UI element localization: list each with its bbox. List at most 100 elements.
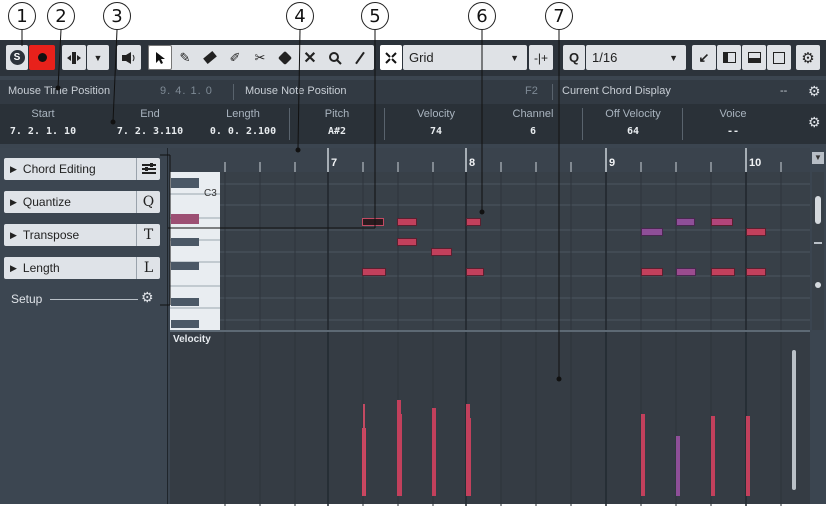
status-header: End [140, 108, 160, 120]
ruler-bar-label: 9 [609, 157, 616, 169]
key-editor-window: S ▼ ✎ ✐ ✂ ✕ Grid ▼ -|+ Q 1/16 ▼ ↙ ⚙ Mous… [0, 40, 826, 506]
trim-tool[interactable] [348, 45, 372, 70]
grid-type-select[interactable]: Grid ▼ [403, 45, 527, 70]
status-value[interactable]: 0. 0. 2.100 [203, 126, 283, 137]
midi-note[interactable] [711, 218, 733, 226]
speaker-icon [122, 51, 135, 64]
setup-label: Setup [11, 292, 43, 306]
note-display[interactable] [220, 172, 810, 330]
quantize-button[interactable]: Q [563, 45, 585, 70]
lower-zone-button[interactable] [742, 45, 766, 70]
open-window-button[interactable] [767, 45, 791, 70]
object-selection-tool[interactable] [148, 45, 172, 70]
velocity-bar[interactable] [467, 418, 471, 496]
zoom-out-icon[interactable] [814, 242, 822, 244]
ruler-menu-button[interactable]: ▼ [812, 152, 824, 164]
split-tool[interactable]: ✂ [248, 45, 272, 70]
left-zone-button[interactable] [717, 45, 741, 70]
gear-icon[interactable]: ⚙ [808, 83, 821, 100]
status-header: Off Velocity [605, 108, 661, 120]
midi-note[interactable] [397, 238, 417, 246]
inspector-section-quantize[interactable]: ▶ Quantize Q [4, 191, 160, 213]
midi-note[interactable] [676, 268, 696, 276]
velocity-bar[interactable] [746, 416, 750, 496]
draw-tool[interactable]: ✎ [173, 45, 197, 70]
solo-button[interactable]: S [6, 45, 28, 70]
key-label-c3: C3 [204, 188, 217, 199]
status-col-length[interactable]: Length 0. 0. 2.100 [203, 108, 283, 137]
mute-tool[interactable]: ✕ [298, 45, 322, 70]
quantize-preset-select[interactable]: 1/16 ▼ [586, 45, 686, 70]
piano-keyboard[interactable]: C3 [170, 148, 220, 330]
midi-note[interactable] [746, 268, 766, 276]
status-header: Voice [719, 108, 747, 120]
midi-note[interactable] [641, 268, 663, 276]
midi-note[interactable] [641, 228, 663, 236]
auto-scroll-button[interactable] [62, 45, 86, 70]
mouse-time-label: Mouse Time Position [8, 85, 111, 97]
status-value[interactable]: A#2 [302, 126, 372, 137]
status-col-start[interactable]: Start 7. 2. 1. 10 [8, 108, 78, 137]
erase-tool[interactable] [198, 45, 222, 70]
grid-type-value: Grid [409, 50, 434, 65]
auto-scroll-menu[interactable]: ▼ [87, 45, 109, 70]
status-col-voice[interactable]: Voice -- [698, 108, 768, 137]
divider [682, 108, 683, 140]
midi-note[interactable] [746, 228, 766, 236]
tool-buttons-group: ✎ ✐ ✂ ✕ [148, 45, 374, 70]
gear-icon[interactable]: ⚙ [808, 114, 821, 131]
scroll-thumb[interactable] [815, 196, 821, 224]
divider [582, 108, 583, 140]
zoom-tool[interactable] [323, 45, 347, 70]
record-button[interactable] [29, 45, 55, 70]
snap-button[interactable] [380, 45, 402, 70]
inspector-section-transpose[interactable]: ▶ Transpose T [4, 224, 160, 246]
show-infoline-button[interactable]: ↙ [692, 45, 716, 70]
inspector-section-chord-editing[interactable]: ▶ Chord Editing [4, 158, 160, 180]
trim-knife-icon [355, 51, 365, 64]
gear-icon[interactable]: ⚙ [141, 289, 154, 306]
callout-1: 1 [8, 2, 36, 30]
velocity-bar[interactable] [711, 416, 715, 496]
vertical-scrollbar[interactable] [812, 172, 824, 330]
midi-note[interactable] [397, 218, 417, 226]
status-header: Start [31, 108, 55, 120]
velocity-bar-selected[interactable] [363, 404, 365, 496]
glue-tool[interactable] [273, 45, 297, 70]
midi-note[interactable] [711, 268, 735, 276]
status-value[interactable]: -- [698, 126, 768, 137]
setup-toolbar-button[interactable]: ⚙ [796, 45, 820, 70]
status-col-velocity[interactable]: Velocity 74 [396, 108, 476, 137]
status-col-channel[interactable]: Channel 6 [498, 108, 568, 137]
status-value[interactable]: 74 [396, 126, 476, 137]
solo-icon: S [9, 50, 25, 65]
divider [289, 108, 290, 140]
status-col-off-velocity[interactable]: Off Velocity 64 [590, 108, 676, 137]
inspector-section-length[interactable]: ▶ Length L [4, 257, 160, 279]
mute-x-icon: ✕ [303, 49, 317, 67]
ruler[interactable]: 7 8 9 10 [220, 148, 810, 172]
midi-note[interactable] [466, 218, 481, 226]
velocity-bar[interactable] [398, 414, 402, 496]
velocity-bar[interactable] [641, 414, 645, 496]
midi-note[interactable] [362, 268, 386, 276]
midi-note-selected[interactable] [362, 218, 384, 226]
triangle-right-icon: ▶ [10, 229, 17, 240]
status-col-end[interactable]: End 7. 2. 3.110 [110, 108, 190, 137]
status-value[interactable]: 7. 2. 3.110 [110, 126, 190, 137]
velocity-bar[interactable] [432, 408, 436, 496]
status-value[interactable]: 7. 2. 1. 10 [8, 126, 78, 137]
midi-note[interactable] [466, 268, 484, 276]
midi-note[interactable] [676, 218, 695, 226]
line-tool[interactable]: ✐ [223, 45, 247, 70]
status-value[interactable]: 64 [590, 126, 676, 137]
status-col-pitch[interactable]: Pitch A#2 [302, 108, 372, 137]
midi-note[interactable] [431, 248, 452, 256]
velocity-bar[interactable] [676, 436, 680, 496]
zoom-slider-handle[interactable] [815, 282, 821, 288]
status-value[interactable]: 6 [498, 126, 568, 137]
lane-scrollbar[interactable] [792, 350, 796, 490]
controller-lane[interactable]: Velocity [170, 330, 810, 506]
snap-to-zero-button[interactable]: -|+ [529, 45, 553, 70]
acoustic-feedback-button[interactable] [117, 45, 141, 70]
